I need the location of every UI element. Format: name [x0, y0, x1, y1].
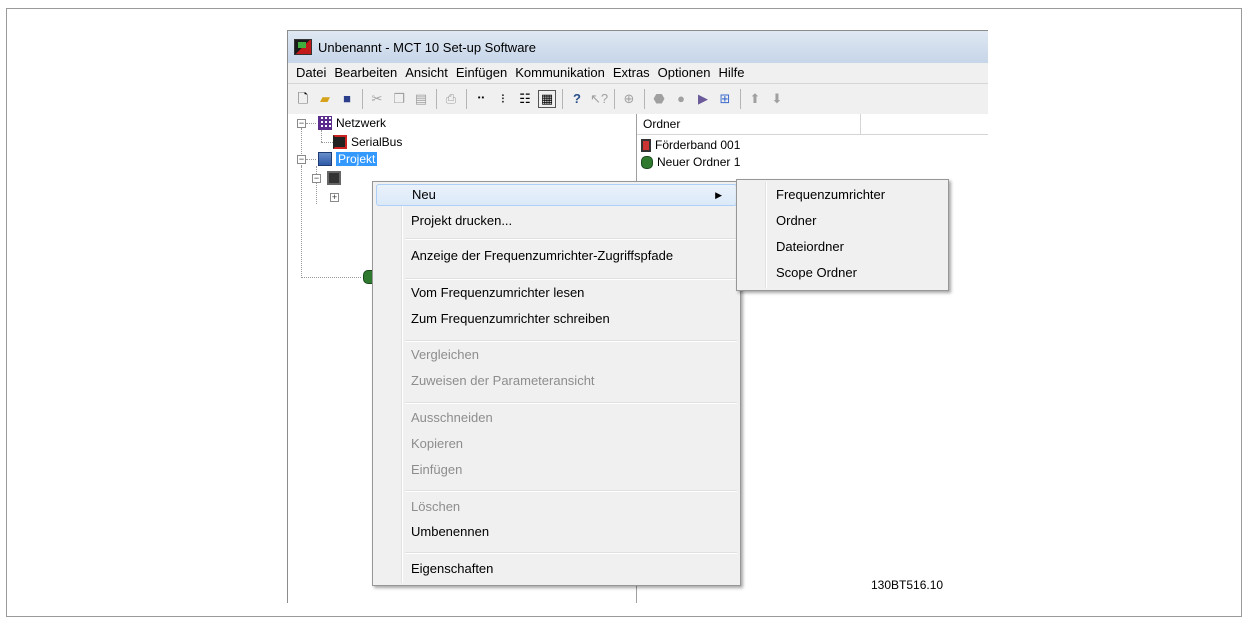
collapse-icon[interactable]: − [297, 118, 306, 128]
details-view-icon[interactable]: ☷ [516, 90, 534, 108]
context-item-zum-fu-schreiben[interactable]: Zum Frequenzumrichter schreiben [376, 308, 737, 330]
context-item-projekt-drucken[interactable]: Projekt drucken... [376, 210, 737, 232]
window-title: Unbenannt - MCT 10 Set-up Software [318, 39, 536, 55]
menu-separator [405, 340, 737, 342]
menu-separator [405, 402, 737, 404]
tree-line [321, 142, 333, 143]
list-item[interactable]: Neuer Ordner 1 [641, 153, 740, 171]
context-item-ausschneiden[interactable]: Ausschneiden [376, 407, 737, 429]
help-icon[interactable]: ? [568, 90, 586, 108]
tree-line [301, 277, 361, 278]
menu-einfuegen[interactable]: Einfügen [452, 64, 511, 82]
project-icon [318, 152, 332, 166]
context-item-parameteransicht[interactable]: Zuweisen der Parameteransicht [376, 370, 737, 392]
list-item[interactable]: Förderband 001 [641, 136, 740, 154]
submenu-neu: Frequenzumrichter Ordner Dateiordner Sco… [736, 179, 949, 291]
submenu-item-ordner[interactable]: Ordner [740, 210, 945, 232]
small-icons-view-icon[interactable]: ⠒ [472, 90, 490, 108]
context-item-neu[interactable]: Neu ▶ [376, 184, 737, 206]
toolbar-separator [644, 89, 645, 109]
new-file-icon[interactable]: 🗋 [294, 90, 312, 108]
tree-item-projekt[interactable]: − Projekt [297, 150, 378, 168]
figure-id: 130BT516.10 [871, 578, 944, 592]
menu-bearbeiten[interactable]: Bearbeiten [330, 64, 401, 82]
context-item-loeschen[interactable]: Löschen [376, 496, 737, 518]
collapse-icon[interactable]: − [297, 154, 306, 164]
arrow-down-icon[interactable]: ⬇ [768, 90, 786, 108]
menu-extras[interactable]: Extras [609, 64, 654, 82]
submenu-item-frequenzumrichter[interactable]: Frequenzumrichter [740, 184, 945, 206]
serial-bus-icon [333, 135, 347, 149]
tree-item-label: SerialBus [351, 135, 403, 149]
drive-connect-icon[interactable]: ▶ [694, 90, 712, 108]
toolbar-separator [466, 89, 467, 109]
context-item-vergleichen[interactable]: Vergleichen [376, 344, 737, 366]
context-help-icon[interactable]: ↖? [590, 90, 608, 108]
menu-separator [405, 278, 737, 280]
column-header-empty[interactable] [861, 114, 988, 134]
context-item-vom-fu-lesen[interactable]: Vom Frequenzumrichter lesen [376, 282, 737, 304]
folder-icon [641, 155, 653, 169]
context-item-zugriffspfade[interactable]: Anzeige der Frequenzumrichter-Zugriffspf… [376, 245, 737, 267]
toolbar-separator [362, 89, 363, 109]
context-item-einfuegen[interactable]: Einfügen [376, 459, 737, 481]
title-bar[interactable]: Unbenannt - MCT 10 Set-up Software [288, 31, 988, 63]
collapse-icon[interactable]: − [312, 173, 321, 183]
menu-datei[interactable]: Datei [292, 64, 330, 82]
list-item-label: Neuer Ordner 1 [657, 155, 741, 169]
context-menu: Neu ▶ Projekt drucken... Anzeige der Fre… [372, 181, 741, 586]
menu-separator [405, 552, 737, 554]
expand-icon[interactable]: + [330, 192, 339, 202]
open-folder-icon[interactable]: ▰ [316, 90, 334, 108]
context-item-kopieren[interactable]: Kopieren [376, 433, 737, 455]
copy-icon[interactable]: ❐ [390, 90, 408, 108]
stop-icon[interactable]: ⬣ [650, 90, 668, 108]
list-view-icon[interactable]: ⁝ [494, 90, 512, 108]
paste-icon[interactable]: ▤ [412, 90, 430, 108]
submenu-arrow-icon: ▶ [715, 190, 722, 200]
tree-line [301, 166, 302, 278]
menu-separator [405, 238, 737, 240]
toolbar-separator [436, 89, 437, 109]
list-item-label: Förderband 001 [655, 138, 741, 152]
menu-ansicht[interactable]: Ansicht [401, 64, 452, 82]
drive-icon [327, 171, 341, 185]
tree-item-serialbus[interactable]: SerialBus [333, 133, 402, 151]
list-header: Ordner [637, 114, 988, 135]
context-item-eigenschaften[interactable]: Eigenschaften [376, 558, 737, 580]
arrow-up-icon[interactable]: ⬆ [746, 90, 764, 108]
toolbar-separator [562, 89, 563, 109]
save-icon[interactable]: ■ [338, 90, 356, 108]
grid-view-icon[interactable]: ▦ [538, 90, 556, 108]
drive-icon [641, 138, 651, 152]
tree-item-label: Netzwerk [336, 116, 387, 130]
toolbar-separator [614, 89, 615, 109]
menu-optionen[interactable]: Optionen [654, 64, 715, 82]
network-icon [318, 116, 332, 130]
context-item-umbenennen[interactable]: Umbenennen [376, 521, 737, 543]
print-icon[interactable]: ⎙ [442, 90, 460, 108]
tree-item-drive[interactable]: − [312, 169, 345, 187]
menu-bar: Datei Bearbeiten Ansicht Einfügen Kommun… [288, 63, 988, 83]
menu-hilfe[interactable]: Hilfe [714, 64, 748, 82]
tree-item-label: Projekt [336, 152, 378, 166]
submenu-item-scope-ordner[interactable]: Scope Ordner [740, 262, 945, 284]
record-icon[interactable]: ● [672, 90, 690, 108]
cut-icon[interactable]: ✂ [368, 90, 386, 108]
submenu-item-dateiordner[interactable]: Dateiordner [740, 236, 945, 258]
tree-item-subnode[interactable]: + [330, 188, 339, 206]
menu-item-label: Neu [412, 187, 436, 202]
column-header-ordner[interactable]: Ordner [637, 114, 861, 134]
menu-separator [405, 490, 737, 492]
tree-item-netzwerk[interactable]: − Netzwerk [297, 114, 386, 132]
menu-kommunikation[interactable]: Kommunikation [511, 64, 609, 82]
toolbar: 🗋 ▰ ■ ✂ ❐ ▤ ⎙ ⠒ ⁝ ☷ ▦ ? ↖? ⊕ ⬣ ● ▶ ⊞ ⬆ ⬇ [288, 83, 988, 115]
app-logo-icon [294, 39, 312, 55]
toolbar-separator [740, 89, 741, 109]
network-scan-icon[interactable]: ⊕ [620, 90, 638, 108]
drive-settings-icon[interactable]: ⊞ [716, 90, 734, 108]
